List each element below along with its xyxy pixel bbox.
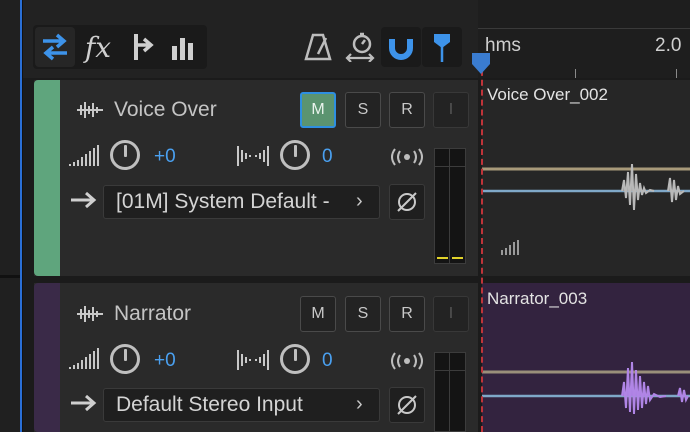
volume-icon xyxy=(69,348,99,369)
clip-name: Narrator_003 xyxy=(487,289,588,308)
solo-button[interactable]: S xyxy=(345,296,381,332)
input-monitor-button[interactable]: I xyxy=(433,92,469,128)
ruler-divider xyxy=(478,28,690,29)
playhead-handle-icon[interactable] xyxy=(471,52,491,76)
playhead-pin-icon xyxy=(434,34,450,62)
volume-value[interactable]: +0 xyxy=(154,350,176,372)
waveform-track-icon xyxy=(77,306,103,322)
clip-name: Voice Over_002 xyxy=(487,85,608,104)
time-label-2: 2.0 xyxy=(655,35,682,56)
ruler-tick xyxy=(676,69,677,78)
input-select[interactable]: [01M] System Default - xyxy=(103,185,380,219)
volume-knob[interactable] xyxy=(110,140,140,170)
volume-knob[interactable] xyxy=(110,344,140,374)
input-monitor-button[interactable]: I xyxy=(433,296,469,332)
marker-button[interactable] xyxy=(422,27,462,67)
track-color-swatch xyxy=(34,80,60,276)
chevron-right-icon: › xyxy=(356,190,363,212)
magnet-icon xyxy=(389,39,413,60)
eq-button[interactable] xyxy=(163,27,203,67)
pan-knob[interactable] xyxy=(280,140,310,170)
volume-icon xyxy=(69,145,99,166)
phase-invert-icon xyxy=(397,395,417,415)
pan-value[interactable]: 0 xyxy=(322,350,333,372)
metronome-icon xyxy=(304,33,332,61)
clip-waveform xyxy=(482,163,690,255)
track-name[interactable]: Voice Over xyxy=(114,98,217,122)
input-arrow-icon xyxy=(71,394,97,412)
phase-invert-button[interactable] xyxy=(389,184,425,220)
fx-icon: fx xyxy=(84,30,112,64)
track-color-swatch xyxy=(34,283,60,432)
swap-arrows-icon xyxy=(43,33,67,61)
record-arm-button[interactable]: R xyxy=(389,92,425,128)
fx-button[interactable]: fx xyxy=(78,27,118,67)
panel-divider xyxy=(0,275,20,278)
input-select-value: [01M] System Default - xyxy=(116,190,330,213)
pan-value[interactable]: 0 xyxy=(322,146,333,168)
pan-icon xyxy=(237,146,269,166)
input-select-value: Default Stereo Input xyxy=(116,393,303,416)
level-meter xyxy=(434,352,466,432)
sends-button[interactable] xyxy=(122,27,162,67)
focus-indicator xyxy=(20,0,22,432)
sends-icon xyxy=(134,34,154,60)
pan-icon xyxy=(237,350,269,370)
input-arrow-icon xyxy=(71,191,97,209)
phase-invert-button[interactable] xyxy=(389,387,425,423)
stereo-icon xyxy=(391,352,423,370)
snap-button[interactable] xyxy=(381,27,421,67)
playhead-line[interactable] xyxy=(481,60,484,432)
mute-button[interactable]: M xyxy=(300,296,336,332)
clip-waveform xyxy=(482,361,690,415)
pan-knob[interactable] xyxy=(280,344,310,374)
chevron-right-icon: › xyxy=(356,393,363,415)
metronome-button[interactable] xyxy=(298,27,338,67)
phase-invert-icon xyxy=(397,192,417,212)
record-arm-button[interactable]: R xyxy=(389,296,425,332)
input-select[interactable]: Default Stereo Input xyxy=(103,388,380,422)
track-name[interactable]: Narrator xyxy=(114,302,191,326)
stopwatch-icon xyxy=(345,32,375,62)
swap-tracks-button[interactable] xyxy=(35,27,75,67)
stereo-icon xyxy=(391,148,423,166)
eq-bars-icon xyxy=(172,38,193,60)
solo-button[interactable]: S xyxy=(345,92,381,128)
mute-button[interactable]: M xyxy=(300,92,336,128)
waveform-track-icon xyxy=(77,102,103,118)
ruler-tick xyxy=(575,69,576,78)
level-meter xyxy=(434,148,466,264)
volume-value[interactable]: +0 xyxy=(154,146,176,168)
time-stretch-button[interactable] xyxy=(340,27,380,67)
